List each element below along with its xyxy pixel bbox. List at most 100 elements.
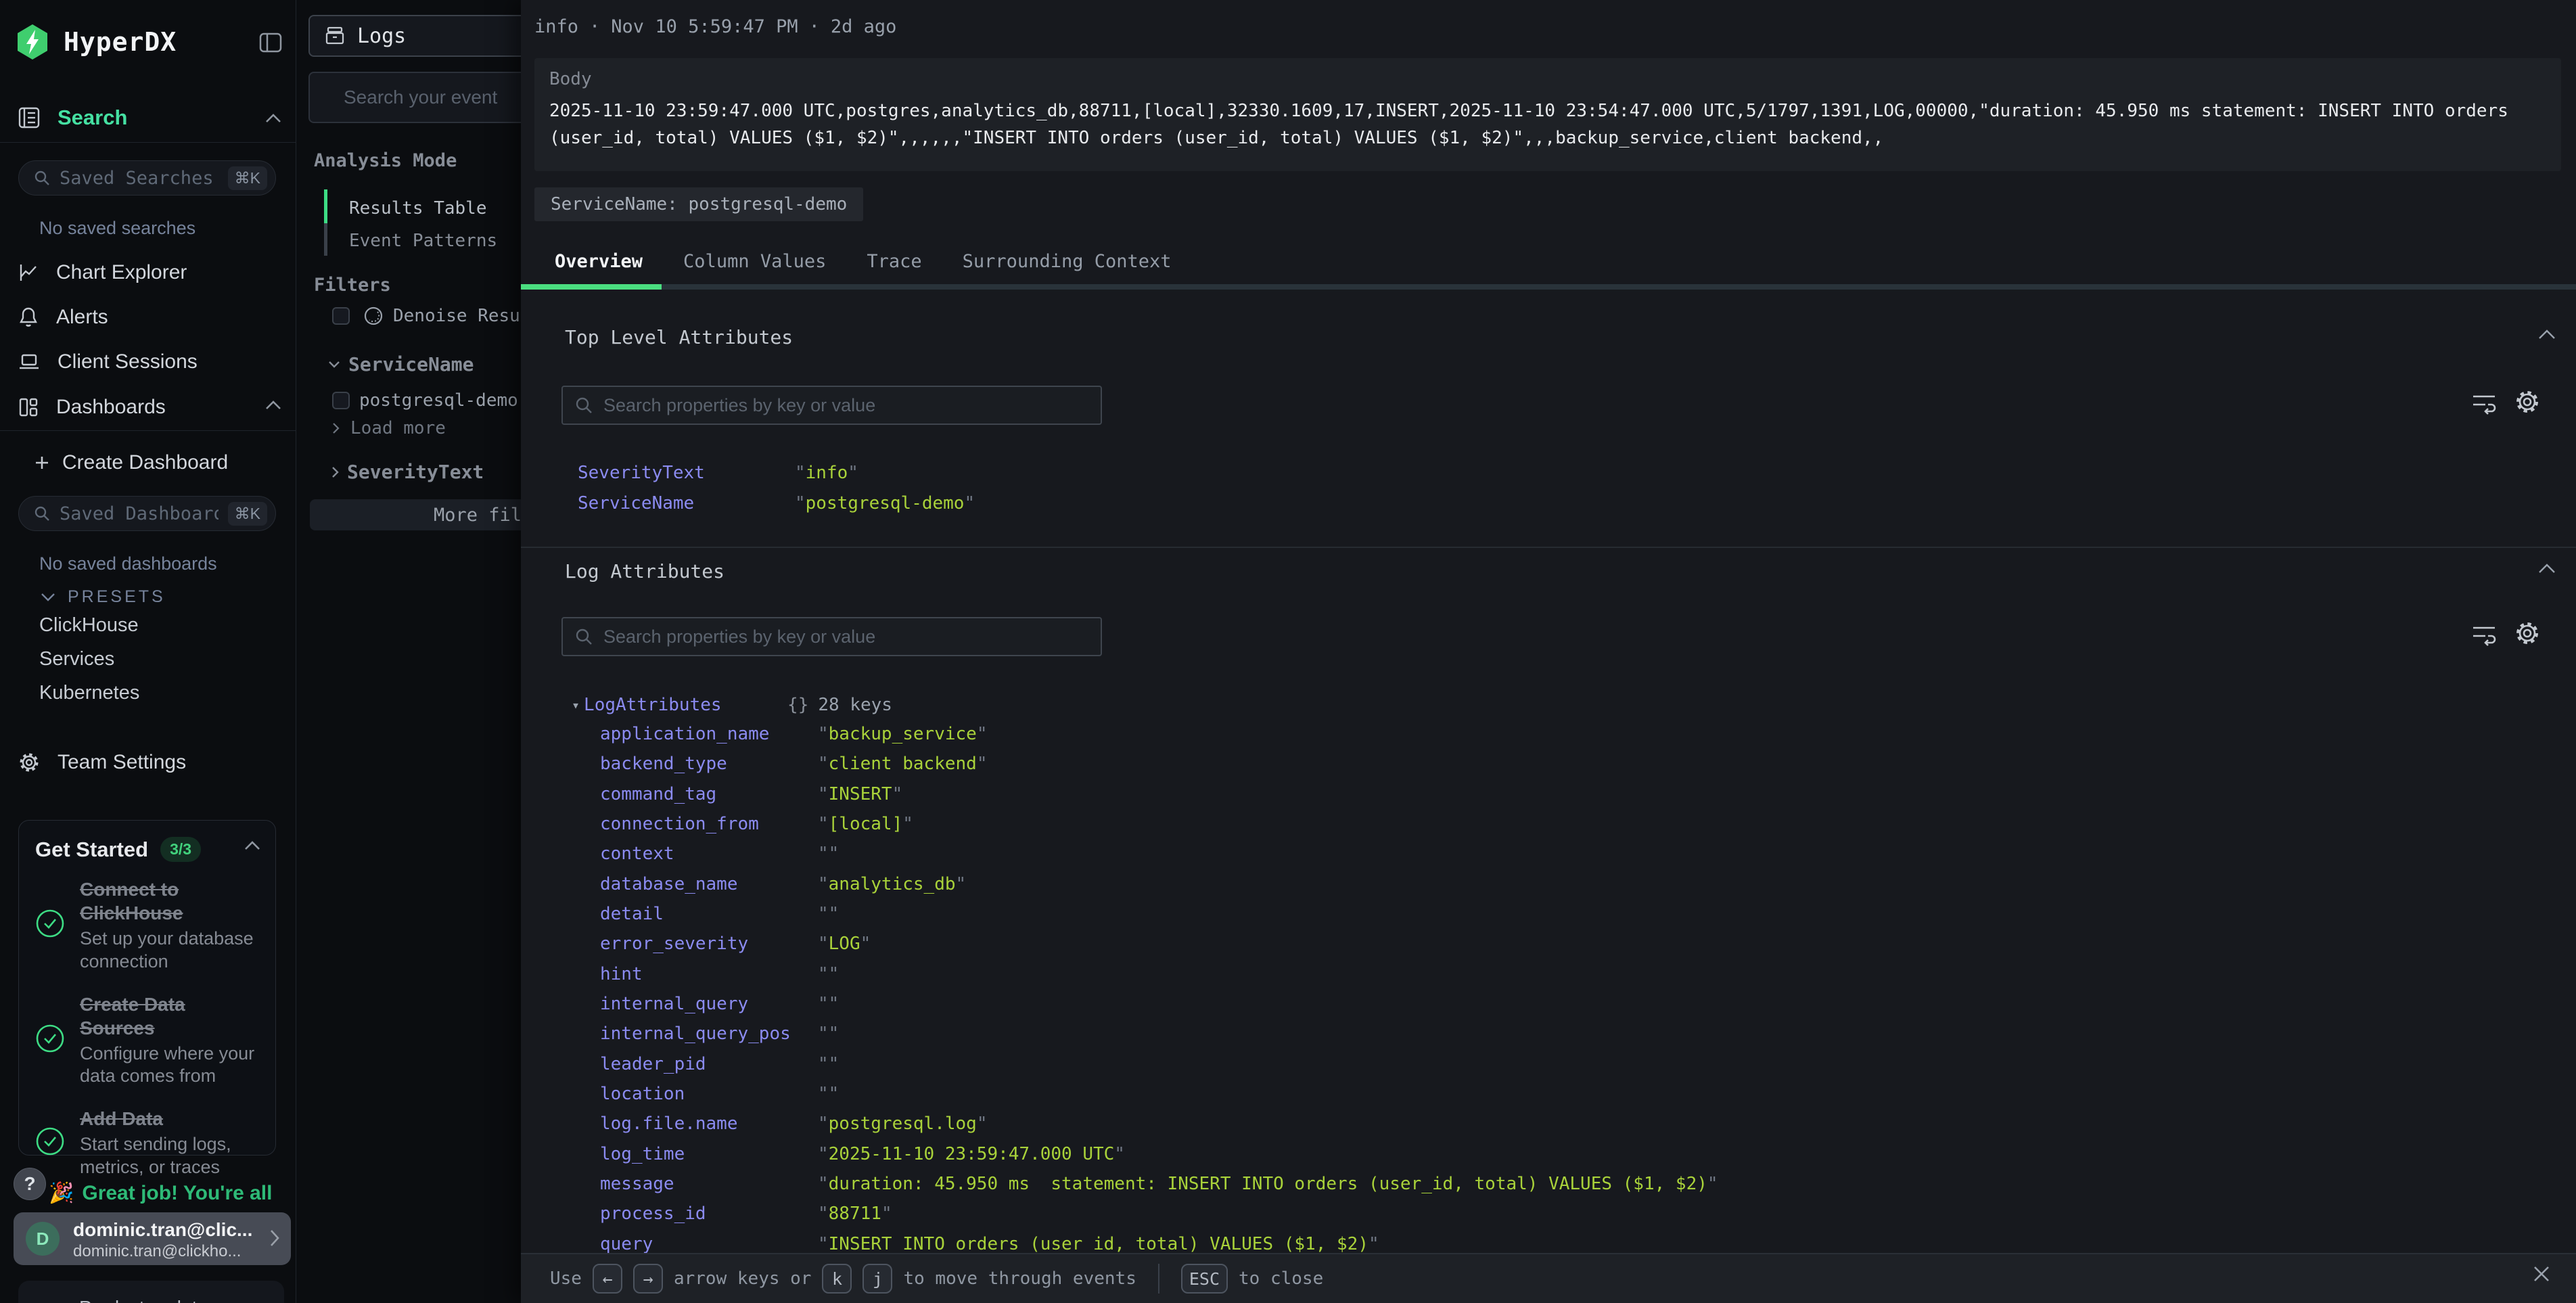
attribute-key[interactable]: ServiceName	[578, 493, 795, 513]
step-title: Create Data Sources	[80, 992, 264, 1040]
attribute-value[interactable]	[818, 994, 839, 1014]
sidebar-toggle-button[interactable]	[259, 32, 282, 53]
attribute-value[interactable]: info	[795, 463, 858, 483]
section-collapse-chevron-icon[interactable]	[2538, 329, 2556, 340]
attribute-value[interactable]: duration: 45.950 ms statement: INSERT IN…	[818, 1174, 1718, 1194]
gear-icon[interactable]	[2514, 388, 2541, 415]
dashboards-collapse-chevron-icon[interactable]	[265, 401, 281, 410]
wrap-lines-icon[interactable]	[2470, 622, 2498, 647]
sidebar-item-client-sessions[interactable]: Client Sessions	[18, 347, 198, 377]
attribute-value[interactable]	[818, 844, 839, 864]
attribute-value[interactable]: backup_service	[818, 724, 987, 744]
attribute-value[interactable]	[818, 1054, 839, 1074]
denoise-icon	[363, 306, 384, 326]
sidebar-item-alerts[interactable]: Alerts	[18, 302, 108, 332]
attribute-key[interactable]: message	[600, 1174, 818, 1194]
more-filters-button[interactable]: More filters	[310, 499, 521, 530]
help-button[interactable]: ?	[14, 1168, 46, 1200]
source-select[interactable]: Logs	[308, 15, 521, 57]
attribute-key[interactable]: query	[600, 1234, 818, 1254]
log-attributes-search-input[interactable]	[602, 626, 1088, 648]
create-dashboard-button[interactable]: Create Dashboard	[34, 448, 228, 478]
search-collapse-chevron-icon[interactable]	[265, 114, 281, 123]
event-search-input[interactable]	[310, 73, 521, 122]
attribute-key[interactable]: process_id	[600, 1204, 818, 1224]
load-more-button[interactable]: Load more	[332, 418, 446, 438]
attribute-key[interactable]: log.file.name	[600, 1114, 818, 1134]
attribute-value[interactable]: 2025-11-10 23:59:47.000 UTC	[818, 1144, 1125, 1164]
attribute-value[interactable]: INSERT	[818, 784, 902, 804]
attribute-value[interactable]: postgresql.log	[818, 1114, 987, 1134]
braces-icon: {}	[787, 695, 808, 715]
saved-searches-input[interactable]: Saved Searches ⌘K	[18, 160, 276, 196]
get-started-step[interactable]: Create Data Sources Configure where your…	[35, 992, 265, 1089]
attribute-key[interactable]: application_name	[600, 724, 818, 744]
attribute-key[interactable]: internal_query	[600, 994, 818, 1014]
product-updates-card[interactable]: Product updates	[18, 1281, 284, 1303]
get-started-step[interactable]: Connect to ClickHouse Set up your databa…	[35, 877, 265, 974]
attribute-key[interactable]: database_name	[600, 874, 818, 894]
sidebar-item-search[interactable]: Search	[18, 106, 127, 130]
attribute-key[interactable]: connection_from	[600, 814, 818, 834]
attribute-value[interactable]: analytics_db	[818, 874, 966, 894]
attribute-value[interactable]: [local]	[818, 814, 913, 834]
sidebar-item-team-settings[interactable]: Team Settings	[18, 748, 186, 777]
attribute-key[interactable]: context	[600, 844, 818, 864]
get-started-progress-badge: 3/3	[160, 837, 201, 862]
preset-dashboard-link[interactable]: Kubernetes	[39, 682, 139, 704]
attribute-key[interactable]: detail	[600, 904, 818, 924]
search-icon	[34, 505, 50, 522]
attribute-value[interactable]: postgresql-demo	[795, 493, 975, 513]
use-label: Use	[550, 1268, 582, 1289]
attribute-key[interactable]: internal_query_pos	[600, 1024, 818, 1044]
attribute-value[interactable]	[818, 1084, 839, 1104]
denoise-checkbox[interactable]	[332, 307, 350, 325]
attribute-value[interactable]	[818, 964, 839, 984]
user-name: dominic.tran@clic...	[73, 1219, 252, 1241]
attribute-key[interactable]: command_tag	[600, 784, 818, 804]
attribute-key[interactable]: backend_type	[600, 754, 818, 774]
attribute-key[interactable]: location	[600, 1084, 818, 1104]
section-collapse-chevron-icon[interactable]	[2538, 564, 2556, 574]
logattributes-root-key[interactable]: LogAttributes	[584, 695, 787, 715]
user-profile-card[interactable]: D dominic.tran@clic... dominic.tran@clic…	[14, 1212, 291, 1265]
top-level-search-input[interactable]	[602, 394, 1088, 417]
attribute-value[interactable]	[818, 904, 839, 924]
gear-icon[interactable]	[2514, 620, 2541, 647]
sidebar-item-chart-explorer[interactable]: Chart Explorer	[18, 258, 187, 288]
postgresql-demo-checkbox[interactable]	[332, 392, 350, 409]
attribute-key[interactable]: SeverityText	[578, 463, 795, 483]
get-started-step[interactable]: Add Data Start sending logs, metrics, or…	[35, 1107, 265, 1179]
analysis-mode-label: Analysis Mode	[314, 150, 457, 171]
attribute-value[interactable]: client backend	[818, 754, 987, 774]
brand-logo[interactable]: HyperDX	[15, 23, 177, 61]
attribute-value[interactable]: 88711	[818, 1204, 892, 1224]
hyperdx-app: HyperDX Search Saved Searches ⌘K No save…	[0, 0, 2576, 1303]
close-icon[interactable]	[2531, 1264, 2552, 1289]
sidebar-item-dashboards[interactable]: Dashboards	[18, 392, 166, 422]
mode-results-table[interactable]: Results Table	[349, 198, 487, 219]
saved-dashboards-input[interactable]: Saved Dashboards ⌘K	[18, 496, 276, 531]
servicename-tag[interactable]: ServiceName: postgresql-demo	[534, 187, 863, 221]
attribute-value[interactable]	[818, 1024, 839, 1044]
attribute-key[interactable]: log_time	[600, 1144, 818, 1164]
wrap-lines-icon[interactable]	[2470, 391, 2498, 415]
preset-dashboard-link[interactable]: Services	[39, 648, 139, 670]
severitytext-group-header[interactable]: SeverityText	[331, 461, 484, 483]
logattributes-root-row[interactable]: ▾ LogAttributes {} 28 keys	[572, 691, 892, 718]
attribute-key[interactable]: leader_pid	[600, 1054, 818, 1074]
preset-dashboard-link[interactable]: ClickHouse	[39, 614, 139, 637]
mode-event-patterns[interactable]: Event Patterns	[349, 231, 497, 251]
get-started-collapse-chevron-icon[interactable]	[244, 841, 260, 850]
attribute-value[interactable]: LOG	[818, 934, 871, 954]
tab-overview[interactable]: Overview	[534, 238, 663, 284]
tab-surrounding-context[interactable]: Surrounding Context	[942, 238, 1192, 284]
denoise-filter-row: Denoise Results	[332, 306, 521, 326]
presets-toggle[interactable]: PRESETS	[41, 587, 166, 607]
attribute-value[interactable]: INSERT INTO orders (user_id, total) VALU…	[818, 1234, 1379, 1254]
tab-column-values[interactable]: Column Values	[663, 238, 846, 284]
servicename-group-header[interactable]: ServiceName	[328, 353, 474, 375]
tab-trace[interactable]: Trace	[846, 238, 942, 284]
attribute-key[interactable]: hint	[600, 964, 818, 984]
attribute-key[interactable]: error_severity	[600, 934, 818, 954]
